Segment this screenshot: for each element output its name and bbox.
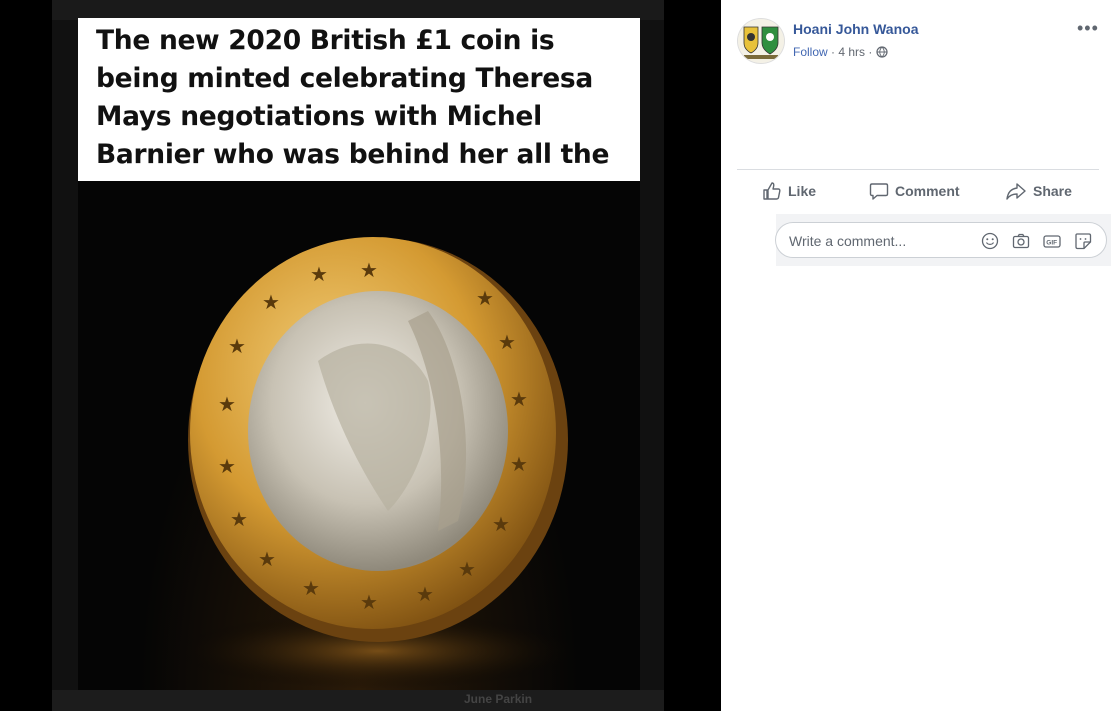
svg-text:★: ★ [416, 584, 434, 606]
svg-text:★: ★ [492, 514, 510, 536]
comment-bubble-icon [869, 183, 889, 200]
share-label: Share [1033, 183, 1072, 199]
svg-text:★: ★ [230, 509, 248, 531]
svg-text:★: ★ [510, 454, 528, 476]
photo-top-strip [52, 0, 664, 20]
more-options-button[interactable]: ••• [1077, 18, 1099, 39]
comment-button[interactable]: Comment [869, 176, 960, 206]
avatar[interactable] [737, 18, 785, 64]
camera-icon[interactable] [1011, 231, 1031, 251]
post-sidebar: Hoani John Wanoa Follow · 4 hrs · ••• Li… [721, 0, 1111, 711]
svg-text:★: ★ [360, 260, 378, 282]
svg-text:★: ★ [476, 288, 494, 310]
follow-link[interactable]: Follow [793, 45, 828, 59]
avatar-crest-icon [738, 19, 784, 63]
svg-text:★: ★ [498, 332, 516, 354]
post-meta: Follow · 4 hrs · [793, 45, 888, 59]
meme-caption-box: The new 2020 British £1 coin is being mi… [78, 18, 640, 208]
svg-text:★: ★ [310, 264, 328, 286]
share-arrow-icon [1006, 183, 1026, 200]
photo-bottom-text: June Parkin [464, 692, 533, 706]
svg-text:★: ★ [510, 389, 528, 411]
svg-text:★: ★ [228, 336, 246, 358]
like-label: Like [788, 183, 817, 199]
post-actions: Like Comment Share [737, 176, 1099, 208]
post-timestamp[interactable]: 4 hrs [838, 45, 865, 59]
comment-placeholder: Write a comment... [789, 233, 907, 249]
svg-text:★: ★ [360, 592, 378, 614]
post-author-name[interactable]: Hoani John Wanoa [793, 21, 918, 37]
comment-input[interactable]: Write a comment... GIF [775, 222, 1107, 258]
emoji-icon[interactable] [980, 231, 1000, 251]
svg-text:★: ★ [218, 456, 236, 478]
svg-text:★: ★ [218, 394, 236, 416]
meta-separator: · [827, 45, 839, 59]
sticker-icon[interactable] [1073, 231, 1093, 251]
photo-bottom-strip: June Parkin [52, 690, 664, 711]
coin-illustration: ★ ★ ★ ★ ★ ★ ★ ★ ★ ★ ★ ★ ★ ★ ★ ★ ★ [168, 237, 588, 689]
like-button[interactable]: Like [762, 176, 816, 206]
comment-composer-gap [721, 214, 776, 266]
svg-text:★: ★ [302, 578, 320, 600]
globe-icon[interactable] [876, 46, 888, 58]
comment-composer: Write a comment... GIF [721, 214, 1111, 266]
share-button[interactable]: Share [1005, 176, 1072, 206]
coin-photo: ★ ★ ★ ★ ★ ★ ★ ★ ★ ★ ★ ★ ★ ★ ★ ★ ★ [78, 181, 640, 690]
gif-icon[interactable]: GIF [1042, 231, 1062, 251]
photo-viewer: The new 2020 British £1 coin is being mi… [0, 0, 721, 711]
svg-text:★: ★ [258, 549, 276, 571]
actions-divider [737, 169, 1099, 170]
thumbs-up-icon [763, 182, 781, 200]
svg-text:★: ★ [262, 292, 280, 314]
meta-separator-2: · [865, 45, 876, 59]
svg-text:GIF: GIF [1046, 240, 1057, 247]
comment-label: Comment [895, 183, 960, 199]
svg-text:★: ★ [458, 559, 476, 581]
